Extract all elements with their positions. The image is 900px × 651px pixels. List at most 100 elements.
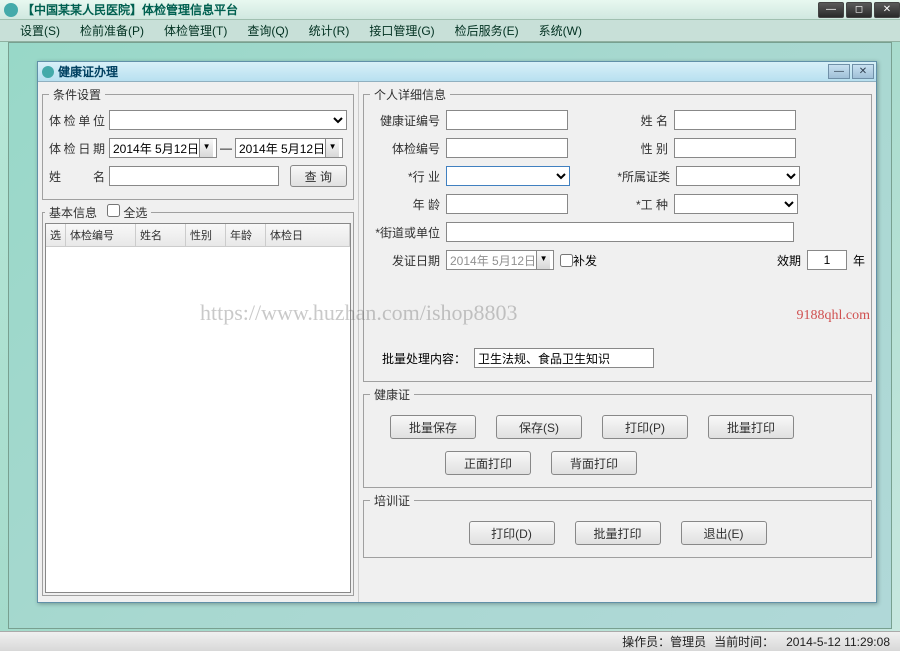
basic-table[interactable]: 选 体检编号 姓名 性别 年龄 体检日 — [45, 223, 351, 593]
chevron-down-icon[interactable]: ▼ — [536, 251, 550, 269]
maximize-button[interactable]: ◻ — [846, 2, 872, 18]
col-sel[interactable]: 选 — [46, 224, 66, 246]
batch-print-button[interactable]: 批量打印 — [708, 415, 794, 439]
cert-no-input[interactable] — [446, 110, 568, 130]
issue-date-picker[interactable]: 2014年 5月12日▼ — [446, 250, 554, 270]
validity-label: 效期 — [777, 252, 801, 269]
train-cert-legend: 培训证 — [370, 492, 414, 509]
train-batch-print-button[interactable]: 批量打印 — [575, 521, 661, 545]
cert-type-select[interactable] — [676, 166, 800, 186]
workspace: 健康证办理 — ✕ 条件设置 体检单位 体检日期 2014年 5月12日▼ — [8, 42, 892, 629]
basic-fieldset: 基本信息 全选 选 体检编号 姓名 性别 年龄 体检日 — [42, 204, 354, 596]
menu-query[interactable]: 查询(Q) — [237, 20, 298, 41]
menu-stats[interactable]: 统计(R) — [299, 20, 360, 41]
issue-date-label: 发证日期 — [370, 252, 440, 269]
name-label2: 姓 名 — [598, 112, 668, 129]
close-button[interactable]: ✕ — [874, 2, 900, 18]
select-all-checkbox[interactable] — [107, 204, 120, 217]
statusbar: 操作员： 管理员 当前时间： 2014-5-12 11:29:08 — [0, 631, 900, 651]
sub-minimize-button[interactable]: — — [828, 64, 850, 79]
gender-input[interactable] — [674, 138, 796, 158]
table-header: 选 体检编号 姓名 性别 年龄 体检日 — [46, 224, 350, 247]
left-pane: 条件设置 体检单位 体检日期 2014年 5月12日▼ — 2014年 5月12… — [38, 82, 358, 602]
sub-close-button[interactable]: ✕ — [852, 64, 874, 79]
menu-interface[interactable]: 接口管理(G) — [359, 20, 444, 41]
industry-select[interactable] — [446, 166, 570, 186]
sub-window: 健康证办理 — ✕ 条件设置 体检单位 体检日期 2014年 5月12日▼ — [37, 61, 877, 603]
date-to-picker[interactable]: 2014年 5月12日▼ — [235, 138, 343, 158]
train-cert-fieldset: 培训证 打印(D) 批量打印 退出(E) — [363, 492, 872, 558]
time-value: 2014-5-12 11:29:08 — [786, 635, 890, 649]
menubar: 设置(S) 检前准备(P) 体检管理(T) 查询(Q) 统计(R) 接口管理(G… — [0, 20, 900, 42]
time-label: 当前时间： — [714, 633, 774, 650]
exam-no-input[interactable] — [446, 138, 568, 158]
basic-legend: 基本信息 全选 — [45, 204, 151, 221]
window-controls: — ◻ ✕ — [816, 2, 900, 18]
date-from-text: 2014年 5月12日 — [113, 140, 199, 157]
col-gender[interactable]: 性别 — [186, 224, 226, 246]
name-input2[interactable] — [674, 110, 796, 130]
date-label: 体检日期 — [49, 140, 105, 157]
main-window: 【中国某某人民医院】体检管理信息平台 — ◻ ✕ 设置(S) 检前准备(P) 体… — [0, 0, 900, 651]
health-cert-fieldset: 健康证 批量保存 保存(S) 打印(P) 批量打印 正面打印 背面打印 — [363, 386, 872, 488]
operator-label: 操作员： — [622, 633, 670, 650]
col-date[interactable]: 体检日 — [266, 224, 350, 246]
main-titlebar: 【中国某某人民医院】体检管理信息平台 — ◻ ✕ — [0, 0, 900, 20]
minimize-button[interactable]: — — [818, 2, 844, 18]
reissue-label: 补发 — [573, 252, 597, 269]
save-button[interactable]: 保存(S) — [496, 415, 582, 439]
addr-label: *街道或单位 — [370, 224, 440, 241]
conditions-fieldset: 条件设置 体检单位 体检日期 2014年 5月12日▼ — 2014年 5月12… — [42, 86, 354, 200]
date-to-text: 2014年 5月12日 — [239, 140, 325, 157]
col-id[interactable]: 体检编号 — [66, 224, 136, 246]
addr-input[interactable] — [446, 222, 794, 242]
reissue-checkbox[interactable] — [560, 254, 573, 267]
col-age[interactable]: 年龄 — [226, 224, 266, 246]
detail-fieldset: 个人详细信息 健康证编号 姓 名 体检编号 性 — [363, 86, 872, 382]
menu-post-check[interactable]: 检后服务(E) — [445, 20, 529, 41]
front-print-button[interactable]: 正面打印 — [445, 451, 531, 475]
gender-label: 性 别 — [598, 140, 668, 157]
batch-save-button[interactable]: 批量保存 — [390, 415, 476, 439]
chevron-down-icon[interactable]: ▼ — [325, 139, 339, 157]
unit-select[interactable] — [109, 110, 347, 130]
batch-label: 批量处理内容： — [382, 350, 466, 367]
work-type-select[interactable] — [674, 194, 798, 214]
query-button[interactable]: 查 询 — [290, 165, 347, 187]
menu-settings[interactable]: 设置(S) — [10, 20, 70, 41]
issue-date-text: 2014年 5月12日 — [450, 252, 536, 269]
health-cert-legend: 健康证 — [370, 386, 414, 403]
name-input[interactable] — [109, 166, 279, 186]
main-title: 【中国某某人民医院】体检管理信息平台 — [22, 1, 816, 18]
validity-unit: 年 — [853, 252, 865, 269]
validity-input[interactable] — [807, 250, 847, 270]
back-print-button[interactable]: 背面打印 — [551, 451, 637, 475]
sub-titlebar: 健康证办理 — ✕ — [38, 62, 876, 82]
industry-label: *行 业 — [370, 168, 440, 185]
cert-type-label: *所属证类 — [600, 168, 670, 185]
conditions-legend: 条件设置 — [49, 86, 105, 103]
chevron-down-icon[interactable]: ▼ — [199, 139, 213, 157]
cert-no-label: 健康证编号 — [370, 112, 440, 129]
batch-input[interactable] — [474, 348, 654, 368]
unit-label: 体检单位 — [49, 112, 105, 129]
print-button[interactable]: 打印(P) — [602, 415, 688, 439]
date-from-picker[interactable]: 2014年 5月12日▼ — [109, 138, 217, 158]
right-pane: 个人详细信息 健康证编号 姓 名 体检编号 性 — [358, 82, 876, 602]
col-name[interactable]: 姓名 — [136, 224, 186, 246]
sub-app-icon — [42, 66, 54, 78]
age-input[interactable] — [446, 194, 568, 214]
select-all-label: 全选 — [123, 206, 147, 220]
train-print-button[interactable]: 打印(D) — [469, 521, 555, 545]
menu-pre-check[interactable]: 检前准备(P) — [70, 20, 154, 41]
exit-button[interactable]: 退出(E) — [681, 521, 767, 545]
date-separator: — — [220, 141, 232, 155]
menu-system[interactable]: 系统(W) — [529, 20, 592, 41]
exam-no-label: 体检编号 — [370, 140, 440, 157]
work-type-label: *工 种 — [598, 196, 668, 213]
menu-check-mgmt[interactable]: 体检管理(T) — [154, 20, 237, 41]
name-label: 姓 名 — [49, 168, 105, 185]
app-icon — [4, 3, 18, 17]
sub-content: 条件设置 体检单位 体检日期 2014年 5月12日▼ — 2014年 5月12… — [38, 82, 876, 602]
sub-title: 健康证办理 — [58, 63, 828, 80]
